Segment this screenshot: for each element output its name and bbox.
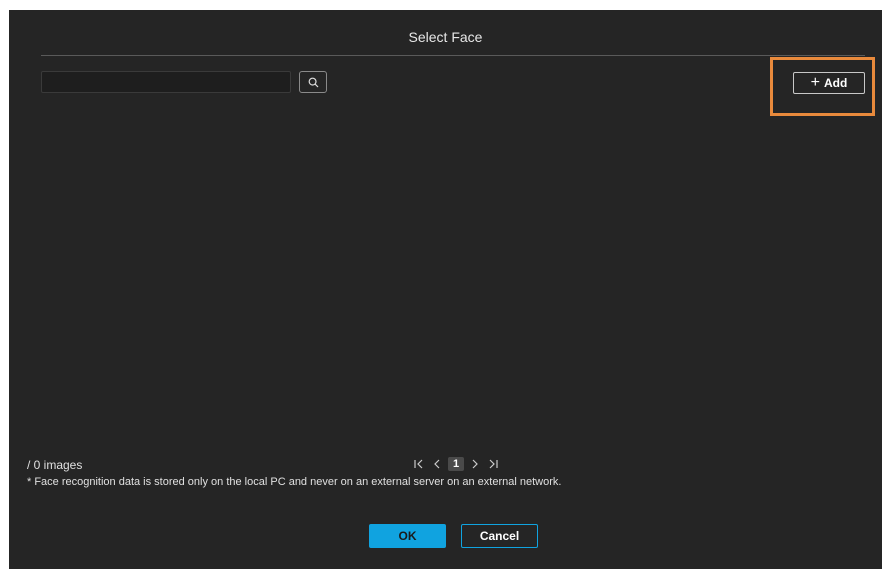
images-count: / 0 images <box>27 458 83 472</box>
title-divider <box>41 55 865 56</box>
privacy-notice: * Face recognition data is stored only o… <box>27 476 562 488</box>
plus-icon: + <box>810 74 820 91</box>
pagination: 1 <box>412 456 500 472</box>
search-button[interactable] <box>299 71 327 93</box>
add-button[interactable]: + Add <box>793 72 865 94</box>
last-page-icon[interactable] <box>486 456 500 472</box>
select-face-dialog: Select Face + Add / 0 images 1 * Face re… <box>9 10 882 569</box>
next-page-icon[interactable] <box>468 456 482 472</box>
ok-button[interactable]: OK <box>369 524 446 548</box>
search-input[interactable] <box>41 71 291 93</box>
prev-page-icon[interactable] <box>430 456 444 472</box>
dialog-title: Select Face <box>408 29 483 45</box>
search-icon <box>308 77 319 88</box>
cancel-button[interactable]: Cancel <box>461 524 538 548</box>
current-page[interactable]: 1 <box>448 457 464 471</box>
first-page-icon[interactable] <box>412 456 426 472</box>
add-button-label: Add <box>824 76 848 90</box>
